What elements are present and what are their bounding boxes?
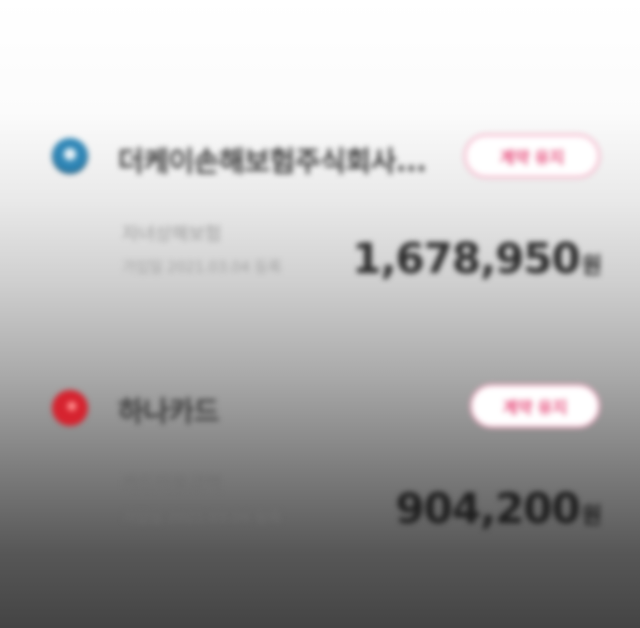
contract-status-button[interactable]: 계약 유지 xyxy=(470,384,600,428)
product-label: 카드이용금액 xyxy=(122,474,222,495)
contract-status-button[interactable]: 계약 유지 xyxy=(464,134,600,178)
amount-display: 904,200원 xyxy=(395,484,602,533)
contract-list: 더케이손해보험주식회사... 계약 유지 자녀상해보험 가입일 2021.03.… xyxy=(0,0,640,628)
contract-detail: 가입일 2021.03.04 등록 xyxy=(122,258,282,276)
company-name: 더케이손해보험주식회사... xyxy=(118,145,427,178)
card-company-logo-icon xyxy=(52,390,88,426)
amount-value: 1,678,950 xyxy=(352,234,580,283)
product-label: 자녀상해보험 xyxy=(122,224,222,245)
amount-unit: 원 xyxy=(581,254,602,279)
insurance-company-logo-icon xyxy=(52,138,88,174)
company-name: 하나카드 xyxy=(118,395,220,428)
amount-unit: 원 xyxy=(581,504,602,529)
contract-detail: 가입일 2021.03.04 등록 xyxy=(122,508,282,526)
amount-display: 1,678,950원 xyxy=(352,234,602,283)
amount-value: 904,200 xyxy=(395,484,580,533)
